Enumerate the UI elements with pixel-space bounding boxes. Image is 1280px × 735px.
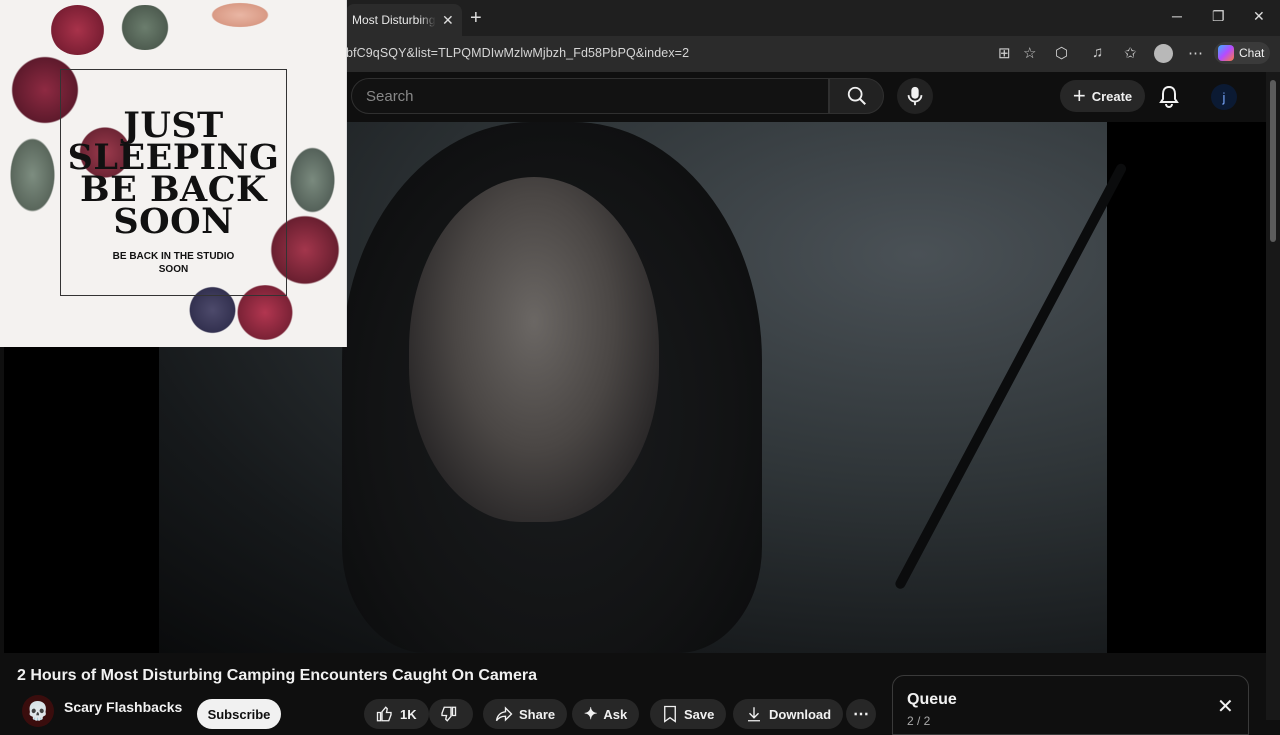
- download-button[interactable]: Download: [733, 699, 844, 729]
- media-icon[interactable]: ♫: [1092, 44, 1103, 61]
- restore-icon[interactable]: ❐: [1212, 8, 1225, 25]
- bookmark-icon: [664, 705, 676, 723]
- download-icon: [748, 707, 760, 722]
- more-horizontal-icon: ⋯: [853, 706, 869, 723]
- create-label: Create: [1091, 88, 1133, 104]
- search-icon: [847, 86, 866, 105]
- new-tab-icon[interactable]: +: [470, 8, 482, 28]
- close-tab-icon[interactable]: ✕: [442, 12, 454, 29]
- ask-label: Ask: [603, 706, 628, 722]
- favorites-icon[interactable]: ✩: [1124, 44, 1137, 62]
- ask-button[interactable]: ✦ Ask: [572, 699, 640, 729]
- extensions-icon[interactable]: ⬡: [1055, 44, 1068, 62]
- plus-icon: +: [1072, 83, 1086, 108]
- profile-avatar[interactable]: [1154, 44, 1173, 63]
- scrollbar-thumb[interactable]: [1270, 80, 1276, 242]
- download-label: Download: [769, 706, 832, 722]
- page-scrollbar[interactable]: [1266, 72, 1280, 720]
- video-subject-face: [409, 177, 659, 522]
- create-button[interactable]: + Create: [1060, 80, 1145, 112]
- copilot-chat-button[interactable]: Chat: [1214, 42, 1270, 64]
- save-button[interactable]: Save: [650, 699, 727, 729]
- leaf-decoration: [115, 5, 175, 50]
- copilot-icon: [1218, 45, 1234, 61]
- queue-panel: Queue 2 / 2 ✕: [892, 675, 1249, 735]
- more-options-icon[interactable]: ⋯: [1188, 44, 1203, 62]
- like-button[interactable]: 1K: [364, 699, 429, 729]
- tab-title: Most Disturbing C: [352, 13, 436, 27]
- tent-pole: [893, 162, 1128, 591]
- voice-search-button[interactable]: [897, 78, 933, 114]
- app-available-icon[interactable]: ⊞: [998, 44, 1011, 62]
- search-input[interactable]: Search: [351, 78, 829, 114]
- share-button[interactable]: Share: [483, 699, 568, 729]
- subscribe-button[interactable]: Subscribe: [197, 699, 281, 729]
- thumbs-up-icon: [376, 706, 392, 722]
- search-placeholder: Search: [366, 87, 414, 105]
- pip-headline: JUST SLEEPING BE BACK SOON: [0, 108, 346, 242]
- bell-icon: [1159, 85, 1179, 108]
- microphone-icon: [907, 86, 923, 106]
- favorite-star-icon[interactable]: ☆: [1023, 44, 1036, 62]
- sparkle-icon: ✦: [584, 706, 598, 723]
- dislike-button[interactable]: [429, 699, 473, 729]
- skull-icon: 💀: [26, 700, 50, 721]
- close-icon[interactable]: ✕: [1217, 694, 1234, 719]
- account-avatar[interactable]: j: [1211, 84, 1237, 110]
- queue-count: 2 / 2: [907, 714, 931, 728]
- video-title: 2 Hours of Most Disturbing Camping Encou…: [17, 667, 538, 684]
- close-window-icon[interactable]: ✕: [1253, 8, 1265, 25]
- flower-decoration: [50, 5, 105, 55]
- queue-title: Queue: [907, 691, 957, 708]
- thumbs-down-icon: [441, 706, 457, 722]
- like-count: 1K: [400, 706, 417, 722]
- flower-decoration: [205, 0, 275, 30]
- pip-subtext-line: BE BACK IN THE STUDIO: [112, 251, 235, 262]
- pip-subtext-line: SOON: [158, 264, 189, 275]
- minimize-icon[interactable]: ─: [1172, 8, 1182, 24]
- save-label: Save: [684, 706, 715, 722]
- url-field[interactable]: bfC9qSQY&list=TLPQMDIwMzlwMjbzh_Fd58PbPQ…: [346, 46, 689, 60]
- browser-tab[interactable]: Most Disturbing C ✕: [346, 4, 462, 36]
- share-label: Share: [519, 706, 556, 722]
- chat-label: Chat: [1239, 46, 1265, 60]
- channel-name[interactable]: Scary Flashbacks: [64, 699, 182, 715]
- pip-overlay: JUST SLEEPING BE BACK SOON BE BACK IN TH…: [0, 0, 347, 347]
- channel-avatar[interactable]: 💀: [22, 695, 54, 727]
- pip-headline-line: SOON: [113, 201, 234, 242]
- share-icon: [495, 706, 513, 722]
- search-button[interactable]: [829, 78, 884, 114]
- more-actions-button[interactable]: ⋯: [846, 699, 876, 729]
- pip-subtext: BE BACK IN THE STUDIO SOON: [100, 250, 247, 276]
- notifications-button[interactable]: [1158, 84, 1180, 113]
